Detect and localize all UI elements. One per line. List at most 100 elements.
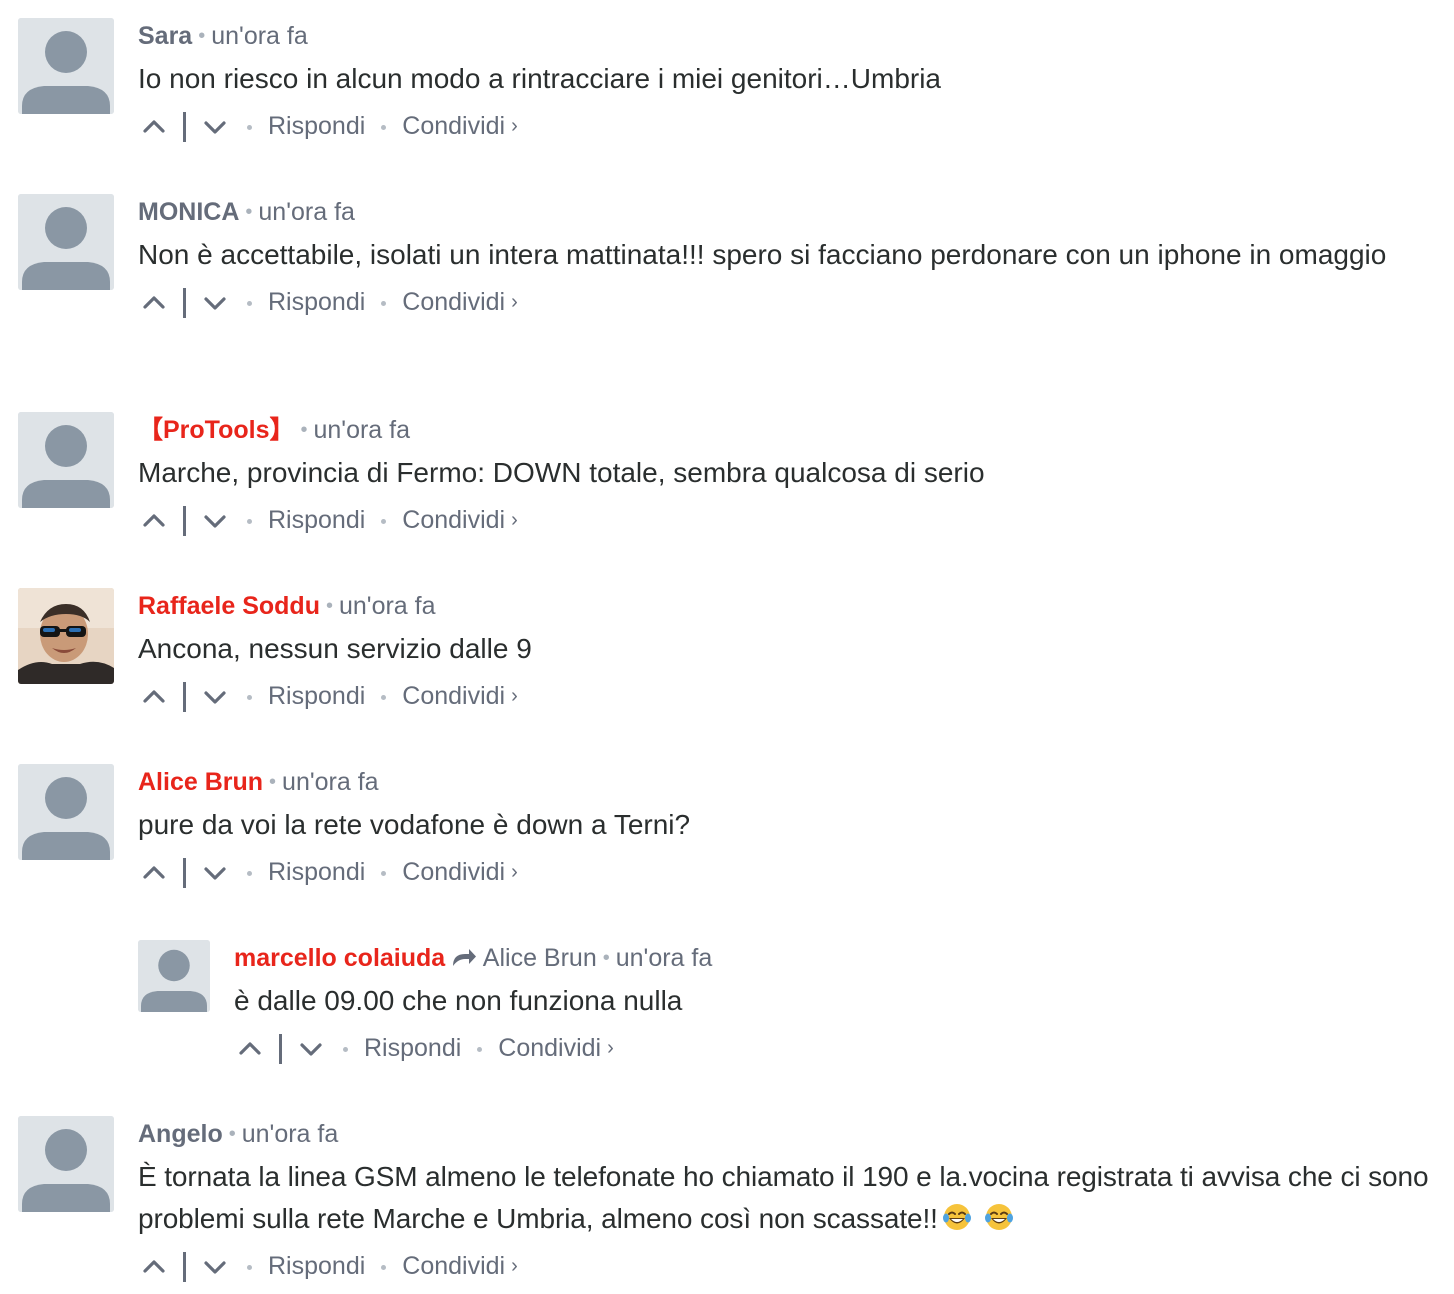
timestamp[interactable]: un'ora fa: [282, 768, 379, 796]
laughing-tears-emoji-icon: [984, 1202, 1014, 1232]
upvote-button[interactable]: [138, 681, 170, 713]
comment: Alice Brun • un'ora fa pure da voi la rete…: [0, 764, 1454, 914]
comment-body: marcello colaiuda Alice Brun • un'ora fa è…: [234, 940, 1438, 1074]
separator-dot: [247, 124, 252, 130]
comment-body: Raffaele Soddu • un'ora fa Ancona, nessun …: [138, 588, 1438, 722]
share-button[interactable]: Condividi ›: [498, 1034, 614, 1062]
downvote-button[interactable]: [199, 505, 231, 537]
reply-button[interactable]: Rispondi: [268, 858, 365, 886]
comment-actions: Rispondi Condividi ›: [234, 1022, 1438, 1074]
timestamp[interactable]: un'ora fa: [314, 416, 411, 444]
avatar[interactable]: [18, 412, 114, 508]
author-name[interactable]: marcello colaiuda: [234, 944, 445, 972]
share-button[interactable]: Condividi ›: [402, 682, 518, 710]
comment: Angelo • un'ora fa È tornata la linea GSM …: [0, 1116, 1454, 1288]
comment-header: Alice Brun • un'ora fa: [138, 764, 1438, 800]
avatar[interactable]: [18, 18, 114, 114]
downvote-button[interactable]: [199, 287, 231, 319]
share-label: Condividi: [402, 112, 506, 140]
downvote-button[interactable]: [199, 1251, 231, 1283]
chevron-down-icon: [204, 1261, 226, 1274]
chevron-right-icon: ›: [511, 291, 518, 313]
default-avatar-icon: [18, 764, 114, 860]
avatar[interactable]: [138, 940, 210, 1012]
comment-text: È tornata la linea GSM almeno le telefon…: [138, 1161, 1429, 1234]
timestamp[interactable]: un'ora fa: [616, 944, 713, 972]
reply-arrow-icon: [451, 942, 477, 966]
chevron-down-icon: [204, 691, 226, 704]
chevron-up-icon: [143, 514, 165, 527]
share-button[interactable]: Condividi ›: [402, 288, 518, 316]
timestamp[interactable]: un'ora fa: [211, 22, 308, 50]
default-avatar-icon: [18, 194, 114, 290]
comment-header: Raffaele Soddu • un'ora fa: [138, 588, 1438, 624]
timestamp[interactable]: un'ora fa: [258, 198, 355, 226]
comment-actions: Rispondi Condividi ›: [138, 846, 1438, 898]
comment: Sara • un'ora fa Io non riesco in alcun mo…: [0, 18, 1454, 168]
share-button[interactable]: Condividi ›: [402, 506, 518, 534]
chevron-up-icon: [143, 1260, 165, 1273]
vote-divider: [279, 1034, 282, 1065]
author-name[interactable]: Raffaele Soddu: [138, 592, 320, 620]
reply-button[interactable]: Rispondi: [268, 506, 365, 534]
chevron-down-icon: [204, 121, 226, 134]
share-button[interactable]: Condividi ›: [402, 858, 518, 886]
chevron-right-icon: ›: [511, 1255, 518, 1277]
avatar[interactable]: [18, 1116, 114, 1212]
chevron-right-icon: ›: [511, 509, 518, 531]
share-label: Condividi: [402, 506, 506, 534]
separator-dot: [247, 300, 252, 306]
separator-dot: •: [300, 419, 308, 441]
vote-divider: [183, 858, 186, 889]
separator-dot: [381, 124, 387, 130]
author-name[interactable]: 【ProTools】: [138, 416, 294, 444]
separator-dot: [343, 1046, 348, 1052]
separator-dot: [381, 300, 387, 306]
share-label: Condividi: [498, 1034, 602, 1062]
separator-dot: [381, 694, 387, 700]
default-avatar-icon: [18, 18, 114, 114]
downvote-button[interactable]: [199, 857, 231, 889]
share-button[interactable]: Condividi ›: [402, 112, 518, 140]
separator-dot: •: [325, 595, 333, 617]
upvote-button[interactable]: [138, 857, 170, 889]
timestamp[interactable]: un'ora fa: [339, 592, 436, 620]
comment-header: MONICA • un'ora fa: [138, 194, 1438, 230]
author-name[interactable]: MONICA: [138, 198, 239, 226]
author-name[interactable]: Alice Brun: [138, 768, 263, 796]
avatar[interactable]: [18, 588, 114, 684]
reply-button[interactable]: Rispondi: [268, 682, 365, 710]
comment-actions: Rispondi Condividi ›: [138, 100, 1438, 152]
upvote-button[interactable]: [138, 505, 170, 537]
comment-actions: Rispondi Condividi ›: [138, 1240, 1446, 1292]
upvote-button[interactable]: [138, 287, 170, 319]
author-name[interactable]: Angelo: [138, 1120, 223, 1148]
share-button[interactable]: Condividi ›: [402, 1252, 518, 1280]
separator-dot: •: [602, 947, 610, 969]
separator-dot: [477, 1046, 483, 1052]
avatar[interactable]: [18, 194, 114, 290]
parent-author-link[interactable]: Alice Brun: [483, 944, 597, 972]
reply-button[interactable]: Rispondi: [364, 1034, 461, 1062]
comment-text: Non è accettabile, isolati un intera mat…: [138, 239, 1387, 270]
upvote-button[interactable]: [138, 111, 170, 143]
reply-button[interactable]: Rispondi: [268, 288, 365, 316]
comment: Raffaele Soddu • un'ora fa Ancona, nessun …: [0, 588, 1454, 738]
chevron-down-icon: [300, 1043, 322, 1056]
reply-button[interactable]: Rispondi: [268, 112, 365, 140]
downvote-button[interactable]: [199, 681, 231, 713]
upvote-button[interactable]: [234, 1033, 266, 1065]
upvote-button[interactable]: [138, 1251, 170, 1283]
separator-dot: •: [228, 1123, 236, 1145]
timestamp[interactable]: un'ora fa: [242, 1120, 339, 1148]
vote-divider: [183, 1252, 186, 1283]
laughing-tears-emoji-icon: [942, 1202, 972, 1232]
reply-button[interactable]: Rispondi: [268, 1252, 365, 1280]
chevron-right-icon: ›: [511, 685, 518, 707]
downvote-button[interactable]: [295, 1033, 327, 1065]
author-name[interactable]: Sara: [138, 22, 192, 50]
comment-actions: Rispondi Condividi ›: [138, 276, 1438, 328]
avatar[interactable]: [18, 764, 114, 860]
downvote-button[interactable]: [199, 111, 231, 143]
share-label: Condividi: [402, 1252, 506, 1280]
